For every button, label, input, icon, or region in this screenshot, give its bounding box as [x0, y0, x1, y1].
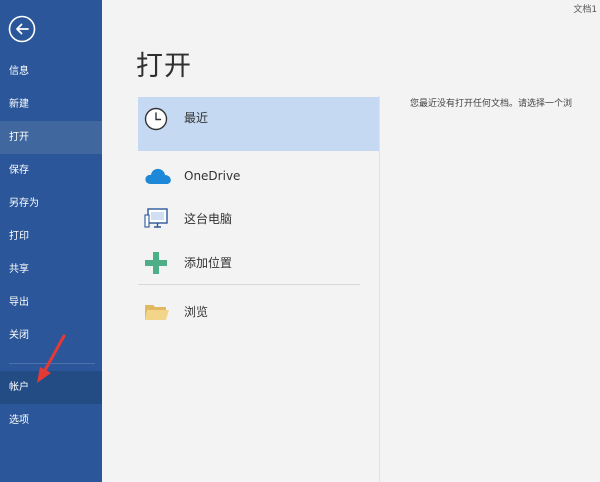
sidebar-item-label: 信息	[9, 66, 29, 77]
location-label: 这台电脑	[184, 212, 233, 226]
location-onedrive[interactable]: OneDrive	[138, 162, 379, 190]
sidebar-item-label: 帐户	[9, 382, 29, 393]
open-pane: 文档1 - Wo 打开 最近 OneDrive	[102, 0, 600, 482]
sidebar-item-label: 选项	[9, 415, 29, 426]
sidebar-item-info[interactable]: 信息	[0, 55, 102, 88]
sidebar-item-new[interactable]: 新建	[0, 88, 102, 121]
location-this-pc[interactable]: 这台电脑	[138, 204, 379, 234]
sidebar-item-label: 打开	[9, 132, 29, 143]
sidebar-item-print[interactable]: 打印	[0, 220, 102, 253]
sidebar-item-label: 另存为	[9, 198, 39, 209]
annotation-arrow-icon	[37, 334, 66, 383]
sidebar-item-export[interactable]: 导出	[0, 286, 102, 319]
backstage-sidebar: 信息 新建 打开 保存 另存为 打印 共享 导出 关闭 帐户 选项	[0, 0, 102, 482]
sidebar-item-label: 保存	[9, 165, 29, 176]
location-label: 添加位置	[184, 256, 233, 270]
sidebar-item-share[interactable]: 共享	[0, 253, 102, 286]
computer-icon	[144, 206, 170, 243]
sidebar-item-label: 关闭	[9, 330, 29, 341]
page-title: 打开	[136, 51, 192, 82]
sidebar-item-label: 新建	[9, 99, 29, 110]
sidebar-item-options[interactable]: 选项	[0, 404, 102, 437]
sidebar-item-save-as[interactable]: 另存为	[0, 187, 102, 220]
window-title: 文档1 - Wo	[573, 5, 600, 15]
sidebar-item-open[interactable]: 打开	[0, 121, 102, 154]
sidebar-item-save[interactable]: 保存	[0, 154, 102, 187]
plus-icon	[144, 251, 168, 286]
sidebar-item-label: 共享	[9, 264, 29, 275]
cloud-icon	[144, 167, 172, 195]
location-label: 最近	[184, 111, 209, 125]
back-arrow-icon[interactable]	[8, 15, 36, 43]
pane-separator	[379, 96, 380, 482]
location-label: 浏览	[184, 305, 209, 319]
empty-recent-message: 您最近没有打开任何文档。请选择一个浏	[410, 99, 573, 109]
sidebar-item-label: 打印	[9, 231, 29, 242]
location-recent[interactable]: 最近	[138, 97, 379, 151]
location-browse[interactable]: 浏览	[138, 298, 379, 326]
clock-icon	[144, 106, 168, 148]
folder-icon	[144, 302, 170, 332]
location-label: OneDrive	[184, 169, 241, 183]
locations-divider	[138, 284, 360, 285]
location-add-place[interactable]: 添加位置	[138, 248, 379, 278]
sidebar-item-label: 导出	[9, 297, 29, 308]
